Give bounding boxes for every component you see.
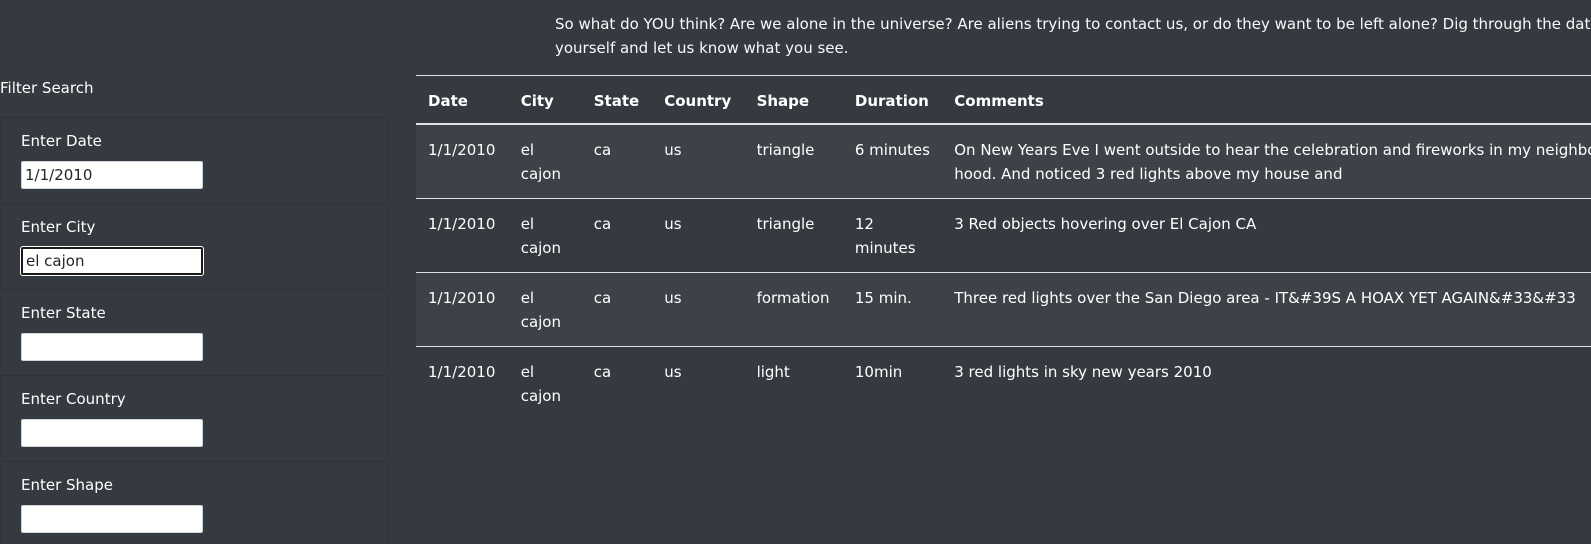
filter-city: Enter City [1,204,387,290]
cell-country: us [652,272,745,347]
state-input[interactable] [21,333,203,361]
cell-city: el cajon [508,123,582,199]
cell-state: ca [581,198,653,273]
header-date: Date [416,75,509,125]
cell-comments: Three red lights over the San Diego area… [942,272,1591,347]
shape-input[interactable] [21,505,203,533]
cell-duration: 12 minutes [842,198,943,273]
cell-comments: 3 red lights in sky new years 2010 [942,346,1591,420]
ufo-table-container: Date City State Country Shape Duration C… [416,75,1591,420]
cell-duration: 10min [842,346,943,420]
cell-comments: 3 Red objects hovering over El Cajon CA [942,198,1591,273]
table-row: 1/1/2010 el cajon ca us triangle 6 minut… [416,123,1591,199]
date-input[interactable] [21,161,203,189]
cell-country: us [652,198,745,273]
cell-date: 1/1/2010 [416,198,509,273]
cell-shape: triangle [744,123,843,199]
cell-country: us [652,346,745,420]
cell-country: us [652,123,745,199]
cell-state: ca [581,346,653,420]
cell-state: ca [581,123,653,199]
filter-country-label: Enter Country [21,390,126,408]
country-input[interactable] [21,419,203,447]
header-duration: Duration [842,75,943,125]
header-state: State [581,75,653,125]
filter-state: Enter State [1,290,387,376]
intro-text: So what do YOU think? Are we alone in th… [555,15,1591,57]
header-country: Country [652,75,745,125]
cell-shape: triangle [744,198,843,273]
filter-list: Enter Date Enter City Enter State Enter … [0,117,388,544]
cell-duration: 6 minutes [842,123,943,199]
header-city: City [508,75,582,125]
city-input[interactable] [21,247,203,275]
filter-state-label: Enter State [21,304,106,322]
cell-city: el cajon [508,198,582,273]
header-shape: Shape [744,75,843,125]
filter-search-title: Filter Search [0,79,94,97]
filter-date-label: Enter Date [21,132,102,150]
filter-date: Enter Date [1,118,387,204]
page: So what do YOU think? Are we alone in th… [0,0,1591,544]
filter-shape: Enter Shape [1,462,387,544]
table-row: 1/1/2010 el cajon ca us triangle 12 minu… [416,198,1591,273]
table-header-row: Date City State Country Shape Duration C… [416,75,1591,125]
cell-city: el cajon [508,272,582,347]
cell-shape: light [744,346,843,420]
cell-city: el cajon [508,346,582,420]
cell-date: 1/1/2010 [416,272,509,347]
table-row: 1/1/2010 el cajon ca us formation 15 min… [416,272,1591,347]
cell-date: 1/1/2010 [416,123,509,199]
filter-shape-label: Enter Shape [21,476,113,494]
header-comments: Comments [942,75,1591,125]
cell-shape: formation [744,272,843,347]
filter-country: Enter Country [1,376,387,462]
filter-city-label: Enter City [21,218,96,236]
cell-date: 1/1/2010 [416,346,509,420]
ufo-table: Date City State Country Shape Duration C… [416,75,1591,420]
table-row: 1/1/2010 el cajon ca us light 10min 3 re… [416,346,1591,420]
cell-duration: 15 min. [842,272,943,347]
cell-comments: On New Years Eve I went outside to hear … [942,123,1591,199]
cell-state: ca [581,272,653,347]
